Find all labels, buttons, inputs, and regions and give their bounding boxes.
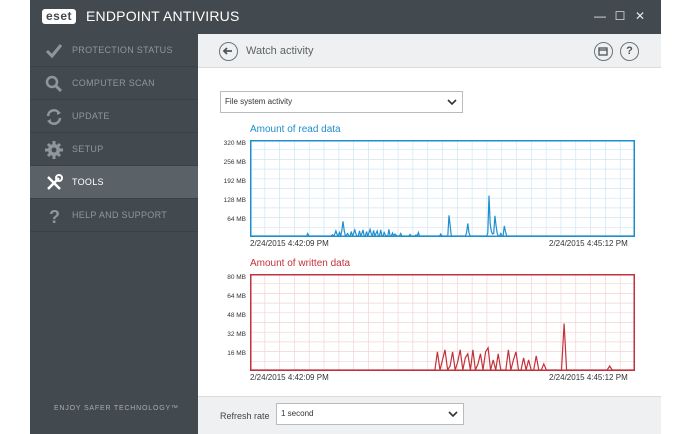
y-tick-label: 64 MB	[227, 216, 246, 223]
footer-bar: Refresh rate 1 second	[198, 396, 661, 434]
tagline: ENJOY SAFER TECHNOLOGY™	[54, 405, 179, 412]
popout-button[interactable]	[594, 42, 613, 61]
y-tick-label: 320 MB	[223, 140, 246, 147]
sidebar-item-label: TOOLS	[72, 177, 104, 187]
refresh-rate-select[interactable]: 1 second	[276, 403, 464, 425]
sidebar-item-update[interactable]: UPDATE	[30, 100, 198, 133]
write-start-time: 2/24/2015 4:42:09 PM	[250, 373, 329, 382]
arrow-left-icon	[222, 47, 232, 55]
write-chart-title: Amount of written data	[250, 258, 351, 269]
refresh-rate-label: Refresh rate	[220, 411, 270, 421]
close-icon[interactable]: ✕	[633, 9, 647, 23]
sidebar: PROTECTION STATUS COMPUTER SCAN UPDATE S…	[30, 34, 198, 434]
write-chart	[250, 274, 635, 371]
refresh-icon	[46, 109, 62, 125]
sidebar-item-label: UPDATE	[72, 111, 110, 121]
magnifier-icon	[45, 75, 63, 93]
app-title: ENDPOINT ANTIVIRUS	[86, 8, 240, 24]
y-tick-label: 192 MB	[223, 178, 246, 185]
minimize-icon[interactable]: —	[593, 9, 607, 23]
gear-icon	[45, 141, 63, 159]
chevron-down-icon	[448, 411, 458, 418]
read-start-time: 2/24/2015 4:42:09 PM	[250, 239, 329, 248]
refresh-rate-value: 1 second	[281, 409, 314, 418]
activity-select[interactable]: File system activity	[220, 91, 463, 113]
read-end-time: 2/24/2015 4:45:12 PM	[549, 239, 628, 248]
read-chart-title: Amount of read data	[250, 124, 341, 135]
help-button[interactable]: ?	[620, 42, 639, 61]
sidebar-item-label: COMPUTER SCAN	[72, 78, 155, 88]
read-chart	[250, 140, 635, 237]
y-tick-label: 48 MB	[227, 312, 246, 319]
sidebar-item-protection-status[interactable]: PROTECTION STATUS	[30, 34, 198, 67]
page-header: Watch activity ?	[198, 34, 661, 68]
y-tick-label: 256 MB	[223, 159, 246, 166]
activity-select-value: File system activity	[225, 97, 293, 106]
title-bar: eset ENDPOINT ANTIVIRUS — ☐ ✕	[30, 0, 661, 34]
eset-logo: eset	[42, 9, 77, 24]
y-tick-label: 80 MB	[227, 274, 246, 281]
sidebar-item-tools[interactable]: TOOLS	[30, 166, 198, 199]
y-tick-label: 64 MB	[227, 293, 246, 300]
sidebar-item-label: HELP AND SUPPORT	[72, 210, 167, 220]
y-tick-label: 32 MB	[227, 331, 246, 338]
page-title: Watch activity	[246, 45, 314, 57]
question-icon: ?	[49, 207, 60, 226]
chevron-down-icon	[447, 99, 457, 106]
svg-text:?: ?	[49, 207, 60, 226]
maximize-icon[interactable]: ☐	[613, 9, 627, 23]
window-icon	[598, 47, 608, 56]
y-tick-label: 16 MB	[227, 350, 246, 357]
main-panel: Watch activity ? File system activity Am…	[198, 34, 661, 434]
back-button[interactable]	[219, 42, 238, 61]
checkmark-icon	[45, 44, 63, 59]
sidebar-item-label: SETUP	[72, 144, 104, 154]
sidebar-item-setup[interactable]: SETUP	[30, 133, 198, 166]
app-window: eset ENDPOINT ANTIVIRUS — ☐ ✕ PROTECTION…	[30, 0, 661, 434]
sidebar-item-help-and-support[interactable]: ? HELP AND SUPPORT	[30, 199, 198, 232]
y-tick-label: 128 MB	[223, 197, 246, 204]
sidebar-item-label: PROTECTION STATUS	[72, 45, 173, 55]
tools-icon	[47, 174, 63, 190]
write-end-time: 2/24/2015 4:45:12 PM	[549, 373, 628, 382]
sidebar-item-computer-scan[interactable]: COMPUTER SCAN	[30, 67, 198, 100]
